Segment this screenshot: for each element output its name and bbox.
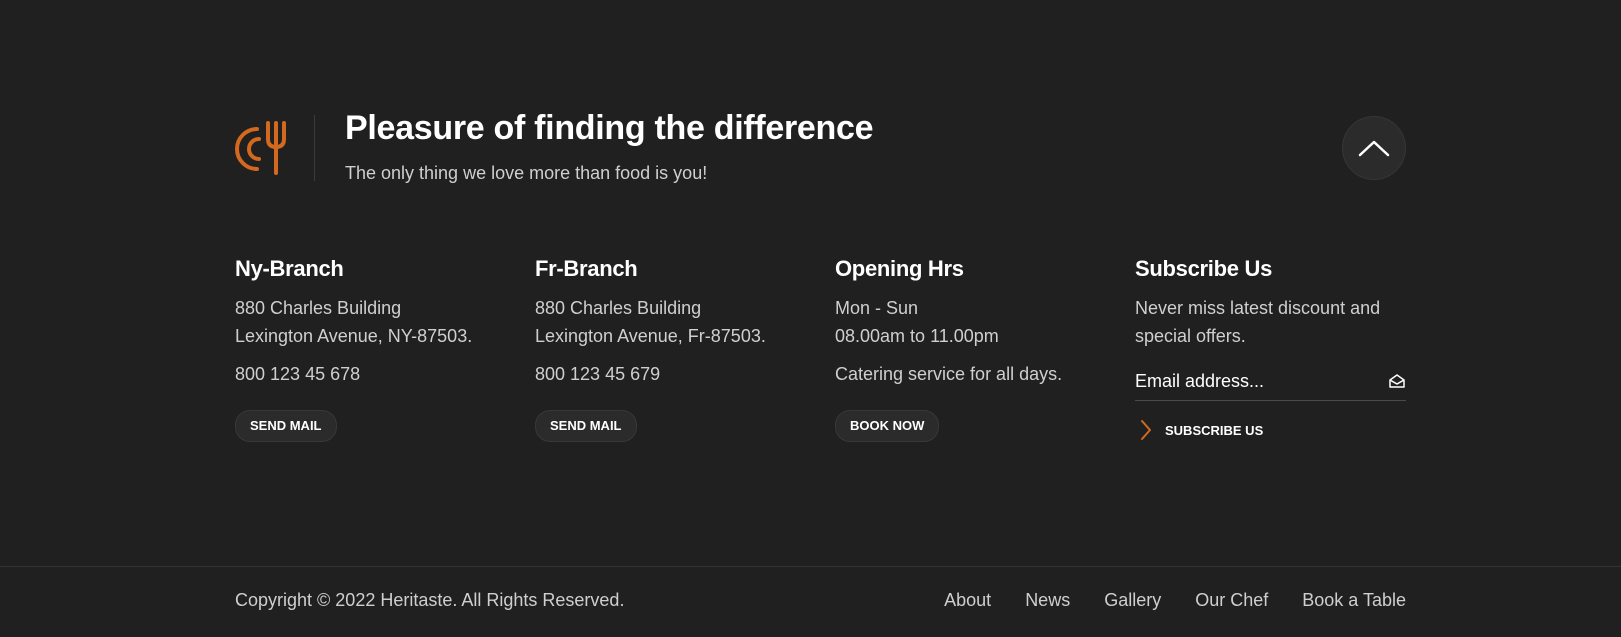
footer-bottom-bar: Copyright © 2022 Heritaste. All Rights R… [0, 566, 1621, 637]
email-field[interactable] [1135, 364, 1375, 398]
copyright-text: Copyright © 2022 Heritaste. All Rights R… [235, 590, 625, 610]
subscribe-text-line2: special offers. [1135, 326, 1246, 346]
chevron-up-icon [1358, 140, 1390, 157]
opening-days: Mon - Sun [835, 298, 919, 318]
ny-branch-address-line2: Lexington Avenue, NY-87503. [235, 326, 473, 346]
fr-branch-address-line2: Lexington Avenue, Fr-87503. [535, 326, 766, 346]
chevron-right-icon [1141, 420, 1151, 440]
footer-nav-about[interactable]: About [944, 590, 991, 611]
footer-subtitle: The only thing we love more than food is… [345, 163, 708, 183]
brand-row: Pleasure of finding the difference The o… [235, 109, 1406, 183]
plate-fork-icon [235, 121, 287, 175]
footer-nav-news[interactable]: News [1025, 590, 1070, 611]
book-now-button[interactable]: BOOK NOW [835, 410, 940, 442]
fr-branch-column: Fr-Branch 880 Charles Building Lexington… [535, 256, 807, 442]
opening-hours-column: Opening Hrs Mon - Sun 08.00am to 11.00pm… [835, 256, 1107, 442]
subscribe-column: Subscribe Us Never miss latest discount … [1135, 256, 1407, 441]
opening-hours-heading: Opening Hrs [835, 256, 964, 281]
ny-branch-heading: Ny-Branch [235, 256, 344, 281]
ny-branch-column: Ny-Branch 880 Charles Building Lexington… [235, 256, 507, 442]
footer-columns: Ny-Branch 880 Charles Building Lexington… [235, 256, 1406, 456]
scroll-to-top-button[interactable] [1342, 116, 1406, 180]
fr-branch-address-line1: 880 Charles Building [535, 298, 702, 318]
subscribe-heading: Subscribe Us [1135, 256, 1273, 281]
brand-divider [314, 115, 315, 181]
email-field-wrapper [1135, 364, 1406, 401]
opening-time: 08.00am to 11.00pm [835, 326, 999, 346]
ny-branch-address-line1: 880 Charles Building [235, 298, 402, 318]
fr-send-mail-button[interactable]: SEND MAIL [535, 410, 637, 442]
footer-nav-our-chef[interactable]: Our Chef [1195, 590, 1268, 611]
subscribe-button[interactable]: SUBSCRIBE US [1135, 419, 1407, 441]
envelope-open-icon [1389, 374, 1405, 388]
footer-title: Pleasure of finding the difference [345, 109, 874, 147]
subscribe-button-label: SUBSCRIBE US [1165, 422, 1264, 438]
footer-nav-book-a-table[interactable]: Book a Table [1302, 590, 1406, 611]
catering-note: Catering service for all days. [835, 364, 1063, 384]
ny-send-mail-button[interactable]: SEND MAIL [235, 410, 337, 442]
footer-nav-gallery[interactable]: Gallery [1104, 590, 1161, 611]
subscribe-text-line1: Never miss latest discount and [1135, 298, 1381, 318]
footer-nav: About News Gallery Our Chef Book a Table [944, 590, 1406, 611]
ny-branch-phone: 800 123 45 678 [235, 364, 361, 384]
fr-branch-phone: 800 123 45 679 [535, 364, 661, 384]
fr-branch-heading: Fr-Branch [535, 256, 638, 281]
site-footer: Pleasure of finding the difference The o… [0, 0, 1621, 637]
